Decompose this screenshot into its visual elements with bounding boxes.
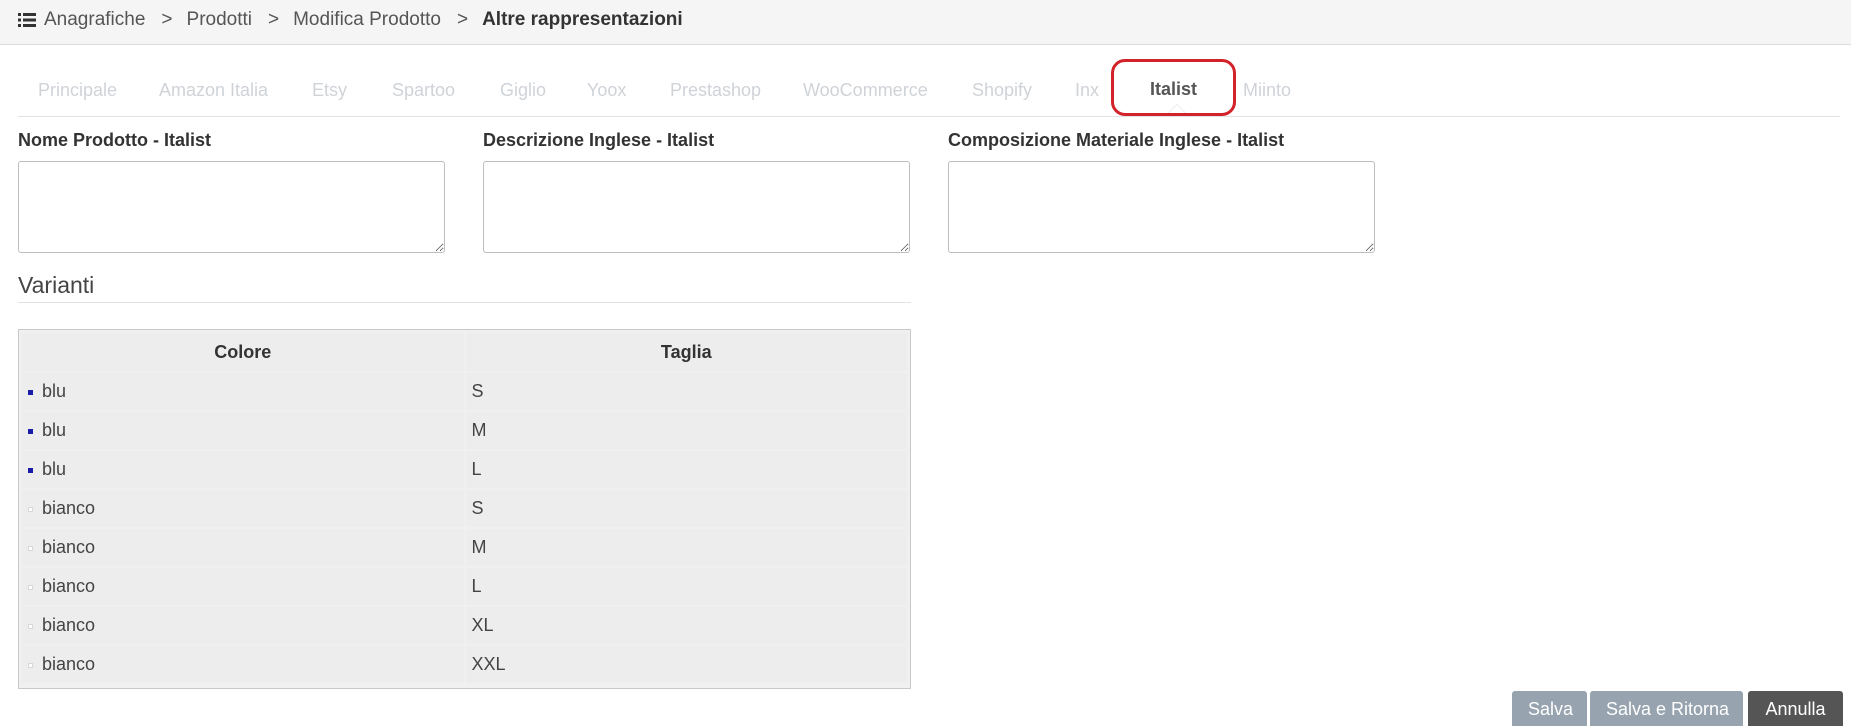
colore-value: bianco (42, 615, 96, 635)
cell-colore: blu (22, 451, 464, 488)
cell-colore: bianco (22, 529, 464, 566)
cell-colore: bianco (22, 607, 464, 644)
cell-taglia: L (465, 568, 907, 605)
breadcrumb-prodotti[interactable]: Prodotti (187, 9, 252, 31)
color-swatch-icon (28, 506, 33, 512)
varianti-table-body: blu Sblu Mblu Lbianco Sbianco Mbianco Lbianco X… (22, 373, 907, 683)
list-icon (18, 13, 36, 27)
cell-taglia: S (465, 490, 907, 527)
descrizione-inglese-label: Descrizione Inglese - Italist (483, 130, 715, 150)
tab-giglio[interactable]: Giglio (500, 80, 546, 101)
tab-principale[interactable]: Principale (38, 80, 117, 101)
composizione-materiale-input[interactable] (948, 161, 1375, 253)
breadcrumb-modifica-prodotto[interactable]: Modifica Prodotto (293, 9, 441, 31)
colore-value: blu (42, 459, 67, 479)
marketplace-tabs: Principale Amazon Italia Etsy Spartoo Gi… (18, 70, 1840, 117)
tab-shopify[interactable]: Shopify (972, 80, 1032, 101)
tab-highlight-annotation (1111, 59, 1236, 116)
save-button[interactable]: Salva (1512, 691, 1587, 726)
tab-inx[interactable]: Inx (1075, 80, 1099, 101)
cell-taglia: XXL (465, 646, 907, 683)
table-row[interactable]: blu L (22, 451, 907, 488)
color-swatch-icon (28, 428, 33, 434)
cell-taglia: M (465, 529, 907, 566)
composizione-materiale-label: Composizione Materiale Inglese - Italist (948, 130, 1285, 150)
colore-value: bianco (42, 537, 96, 557)
cell-colore: blu (22, 412, 464, 449)
tab-spartoo[interactable]: Spartoo (392, 80, 455, 101)
tab-woocommerce[interactable]: WooCommerce (803, 80, 928, 101)
descrizione-inglese-input[interactable] (483, 161, 910, 253)
table-row[interactable]: blu M (22, 412, 907, 449)
colore-value: blu (42, 420, 67, 440)
tab-miinto[interactable]: Miinto (1243, 80, 1291, 101)
table-row[interactable]: bianco S (22, 490, 907, 527)
cell-taglia: XL (465, 607, 907, 644)
cell-taglia: L (465, 451, 907, 488)
cell-colore: blu (22, 373, 464, 410)
breadcrumb-separator: > (268, 9, 280, 30)
colore-value: bianco (42, 654, 96, 674)
tab-etsy[interactable]: Etsy (312, 80, 347, 101)
column-header-taglia[interactable]: Taglia (465, 333, 907, 371)
color-swatch-icon (28, 545, 33, 551)
tab-prestashop[interactable]: Prestashop (670, 80, 761, 101)
table-row[interactable]: bianco XL (22, 607, 907, 644)
color-swatch-icon (28, 662, 33, 668)
color-swatch-icon (28, 467, 33, 473)
tab-yoox[interactable]: Yoox (587, 80, 626, 101)
colore-value: blu (42, 381, 67, 401)
section-divider (18, 302, 911, 303)
table-header-row: Colore Taglia (22, 333, 907, 371)
color-swatch-icon (28, 623, 33, 629)
top-bar: Anagrafiche > Prodotti > Modifica Prodot… (0, 0, 1851, 45)
column-header-colore[interactable]: Colore (22, 333, 464, 371)
table-row[interactable]: bianco XXL (22, 646, 907, 683)
cell-colore: bianco (22, 490, 464, 527)
breadcrumb-separator: > (161, 9, 173, 30)
cell-taglia: S (465, 373, 907, 410)
varianti-table: Colore Taglia blu Sblu Mblu Lbianco Sbianco M… (18, 329, 911, 689)
table-row[interactable]: blu S (22, 373, 907, 410)
cell-colore: bianco (22, 646, 464, 683)
color-swatch-icon (28, 584, 33, 590)
nome-prodotto-label: Nome Prodotto - Italist (18, 130, 211, 150)
cancel-button[interactable]: Annulla (1748, 691, 1843, 726)
tab-amazon-italia[interactable]: Amazon Italia (159, 80, 268, 101)
colore-value: bianco (42, 498, 96, 518)
breadcrumb-separator: > (456, 9, 469, 30)
varianti-title: Varianti (18, 272, 95, 298)
colore-value: bianco (42, 576, 96, 596)
cell-taglia: M (465, 412, 907, 449)
breadcrumb-current: Altre rappresentazioni (482, 9, 683, 30)
cell-colore: bianco (22, 568, 464, 605)
table-row[interactable]: bianco M (22, 529, 907, 566)
nome-prodotto-input[interactable] (18, 161, 445, 253)
table-row[interactable]: bianco L (22, 568, 907, 605)
color-swatch-icon (28, 389, 33, 395)
breadcrumb-anagrafiche[interactable]: Anagrafiche (44, 9, 145, 31)
save-and-return-button[interactable]: Salva e Ritorna (1590, 691, 1743, 726)
breadcrumb: Anagrafiche > Prodotti > Modifica Prodot… (18, 9, 683, 31)
